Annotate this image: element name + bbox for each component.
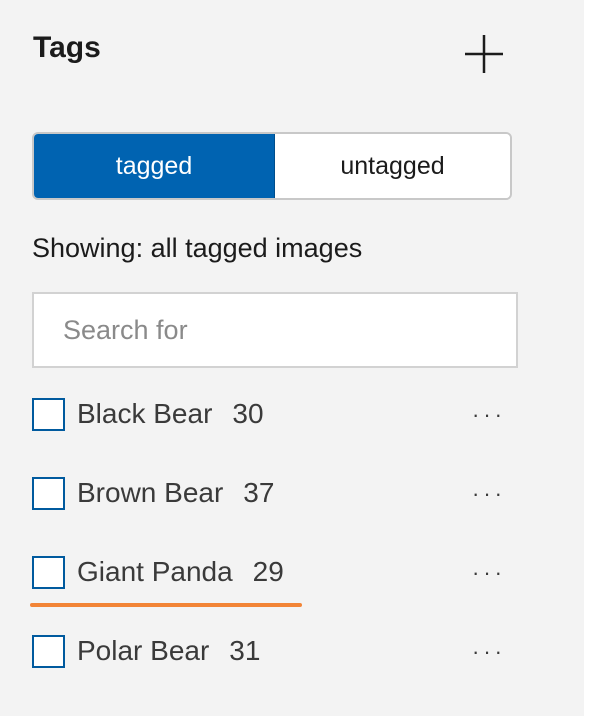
tag-count: 31 [229,635,261,666]
panel-title: Tags [33,31,101,64]
tag-checkbox[interactable] [32,477,65,510]
tag-label[interactable]: Brown Bear 37 [77,474,274,512]
tagged-untagged-toggle: tagged untagged [32,132,512,200]
tag-name: Black Bear [77,398,213,429]
more-horizontal-icon[interactable]: ··· [468,554,510,592]
more-horizontal-icon[interactable]: ··· [468,633,510,671]
untagged-button[interactable]: untagged [275,134,510,198]
tag-checkbox[interactable] [32,556,65,589]
search-input[interactable] [32,292,518,368]
tag-item-giant-panda: Giant Panda 29 ··· [0,534,584,613]
add-tag-button[interactable] [463,33,505,75]
tag-count: 29 [252,556,284,587]
more-horizontal-icon[interactable]: ··· [468,475,510,513]
tag-label[interactable]: Polar Bear 31 [77,632,260,670]
tag-count: 37 [243,477,275,508]
tag-item-black-bear: Black Bear 30 ··· [0,376,584,455]
hover-underline [30,603,302,607]
plus-icon [465,35,503,73]
tag-name: Polar Bear [77,635,210,666]
tag-checkbox[interactable] [32,398,65,431]
tags-panel: Tags tagged untagged Showing: all tagged… [0,0,584,716]
tag-label[interactable]: Black Bear 30 [77,395,264,433]
tag-label[interactable]: Giant Panda 29 [77,553,284,591]
tag-name: Brown Bear [77,477,224,508]
tag-count: 30 [232,398,264,429]
tagged-button[interactable]: tagged [34,134,275,198]
tag-checkbox[interactable] [32,635,65,668]
showing-status-text: Showing: all tagged images [32,233,363,263]
tag-name: Giant Panda [77,556,233,587]
tag-item-brown-bear: Brown Bear 37 ··· [0,455,584,534]
more-horizontal-icon[interactable]: ··· [468,396,510,434]
tag-item-polar-bear: Polar Bear 31 ··· [0,613,584,692]
